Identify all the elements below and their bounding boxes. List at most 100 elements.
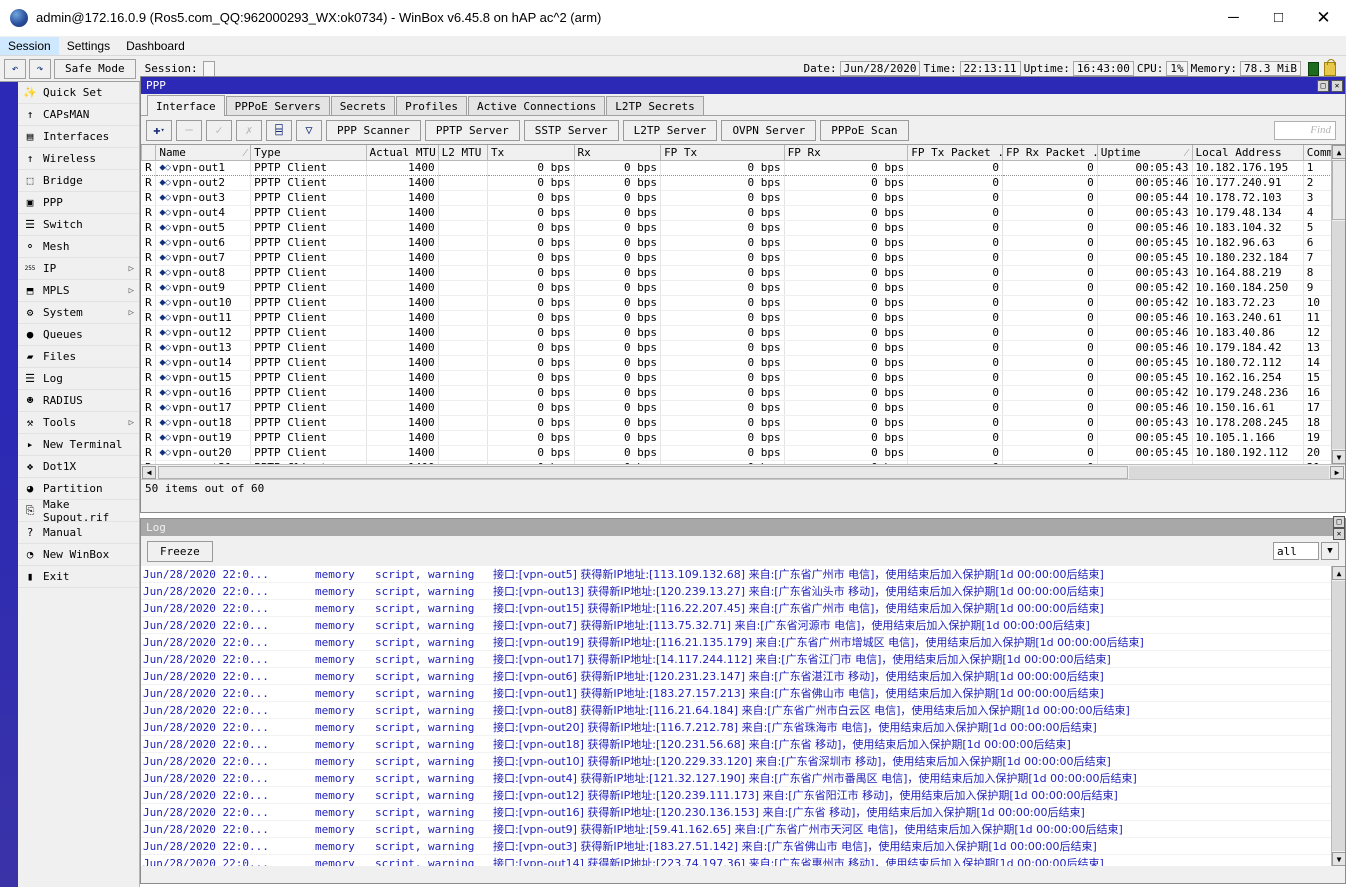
column-header-fp-rx-packet[interactable]: FP Rx Packet ...	[1002, 145, 1098, 161]
scroll-thumb[interactable]	[1332, 160, 1345, 220]
scroll-up-button[interactable]: ▲	[1332, 145, 1345, 159]
close-button[interactable]: ✕	[1301, 0, 1346, 36]
sidebar-item-bridge[interactable]: ⬚ Bridge	[18, 170, 139, 192]
log-row[interactable]: Jun/28/2020 22:0... memory script, warning…	[141, 599, 1345, 617]
scroll-left-button[interactable]: ◀	[142, 465, 156, 479]
column-header-fp-rx[interactable]: FP Rx	[783, 145, 909, 161]
table-row[interactable]: R ⬥⬦ vpn-out11 PPTP Client 1400 0 bps 0 bps 0 b…	[141, 310, 1345, 326]
disable-button[interactable]: ✗	[236, 119, 262, 141]
log-scroll-up-button[interactable]: ▲	[1332, 566, 1345, 580]
log-row[interactable]: Jun/28/2020 22:0... memory script, warning…	[141, 735, 1345, 753]
sidebar-item-quick-set[interactable]: ✨ Quick Set	[18, 82, 139, 104]
sidebar-item-dot1x[interactable]: ❖ Dot1X	[18, 456, 139, 478]
log-row[interactable]: Jun/28/2020 22:0... memory script, warning…	[141, 667, 1345, 685]
sidebar-item-new-winbox[interactable]: ◔ New WinBox	[18, 544, 139, 566]
log-scroll-down-button[interactable]: ▼	[1332, 852, 1345, 866]
menu-item-dashboard[interactable]: Dashboard	[118, 37, 193, 55]
interface-table-body[interactable]: R ⬥⬦ vpn-out1 PPTP Client 1400 0 bps 0 bps 0 bp…	[141, 160, 1345, 464]
comment-button[interactable]: ⌸	[266, 119, 292, 141]
sidebar-item-files[interactable]: ▰ Files	[18, 346, 139, 368]
interface-table-header[interactable]: NameTypeActual MTUL2 MTUTxRxFP TxFP RxFP…	[141, 145, 1345, 161]
log-row[interactable]: Jun/28/2020 22:0... memory script, warning…	[141, 803, 1345, 821]
log-row[interactable]: Jun/28/2020 22:0... memory script, warning…	[141, 633, 1345, 651]
log-table-body[interactable]: Jun/28/2020 22:0... memory script, warning…	[141, 566, 1345, 866]
table-row[interactable]: R ⬥⬦ vpn-out14 PPTP Client 1400 0 bps 0 bps 0 b…	[141, 355, 1345, 371]
column-header-l2-mtu[interactable]: L2 MTU	[437, 145, 489, 161]
sidebar-item-interfaces[interactable]: ▤ Interfaces	[18, 126, 139, 148]
log-maximize-button[interactable]: □	[1333, 515, 1345, 528]
tab-secrets[interactable]: Secrets	[330, 96, 396, 115]
table-row[interactable]: R ⬥⬦ vpn-out20 PPTP Client 1400 0 bps 0 bps 0 b…	[141, 445, 1345, 461]
sidebar-item-tools[interactable]: ⚒ Tools ▷	[18, 412, 139, 434]
minimize-button[interactable]: ─	[1211, 0, 1256, 36]
column-header-uptime[interactable]: Uptime	[1096, 145, 1193, 161]
pppoe-scan-button[interactable]: PPPoE Scan	[820, 119, 909, 141]
table-row[interactable]: R ⬥⬦ vpn-out2 PPTP Client 1400 0 bps 0 bps 0 bp…	[141, 175, 1345, 191]
sidebar-item-radius[interactable]: ☻ RADIUS	[18, 390, 139, 412]
table-row[interactable]: R ⬥⬦ vpn-out6 PPTP Client 1400 0 bps 0 bps 0 bp…	[141, 235, 1345, 251]
scroll-track[interactable]	[1332, 221, 1345, 449]
sidebar-item-wireless[interactable]: ↑ Wireless	[18, 148, 139, 170]
ppp-maximize-button[interactable]: □	[1317, 79, 1329, 92]
add-button[interactable]: ✚ ▾	[146, 119, 172, 141]
sidebar-item-exit[interactable]: ▮ Exit	[18, 566, 139, 588]
column-header-flags[interactable]	[141, 145, 157, 161]
sidebar-item-make-supout-rif[interactable]: ⎘ Make Supout.rif	[18, 498, 139, 524]
interface-vertical-scrollbar[interactable]: ▲ ▼	[1331, 145, 1345, 464]
table-row[interactable]: R ⬥⬦ vpn-out13 PPTP Client 1400 0 bps 0 bps 0 b…	[141, 340, 1345, 356]
table-row[interactable]: R ⬥⬦ vpn-out1 PPTP Client 1400 0 bps 0 bps 0 bp…	[141, 160, 1345, 176]
table-row[interactable]: R ⬥⬦ vpn-out10 PPTP Client 1400 0 bps 0 bps 0 b…	[141, 295, 1345, 311]
sstp-server-button[interactable]: SSTP Server	[523, 119, 619, 141]
chevron-down-icon[interactable]: ▼	[1321, 542, 1339, 560]
column-header-tx[interactable]: Tx	[487, 145, 575, 161]
l2tp-server-button[interactable]: L2TP Server	[622, 119, 718, 141]
column-header-rx[interactable]: Rx	[573, 145, 662, 161]
sidebar-item-queues[interactable]: ● Queues	[18, 324, 139, 346]
table-row[interactable]: R ⬥⬦ vpn-out4 PPTP Client 1400 0 bps 0 bps 0 bp…	[141, 205, 1345, 221]
sidebar-item-log[interactable]: ☰ Log	[18, 368, 139, 390]
scroll-right-button[interactable]: ▶	[1330, 465, 1344, 479]
interface-horizontal-scrollbar[interactable]: ◀ ▶	[141, 464, 1345, 479]
log-row[interactable]: Jun/28/2020 22:0... memory script, warning…	[141, 854, 1345, 866]
sidebar-item-system[interactable]: ⚙ System ▷	[18, 302, 139, 324]
ppp-close-button[interactable]: ✕	[1331, 79, 1343, 92]
table-row[interactable]: R ⬥⬦ vpn-out12 PPTP Client 1400 0 bps 0 bps 0 b…	[141, 325, 1345, 341]
table-row[interactable]: R ⬥⬦ vpn-out9 PPTP Client 1400 0 bps 0 bps 0 bp…	[141, 280, 1345, 296]
maximize-button[interactable]: □	[1256, 0, 1301, 36]
log-filter-value[interactable]: all	[1273, 542, 1319, 560]
safe-mode-button[interactable]: Safe Mode	[54, 58, 136, 79]
tab-active-connections[interactable]: Active Connections	[468, 96, 606, 115]
log-filter-select[interactable]: all ▼	[1273, 542, 1339, 560]
sidebar-item-new-terminal[interactable]: ▸ New Terminal	[18, 434, 139, 456]
sidebar-item-manual[interactable]: ? Manual	[18, 522, 139, 544]
ppp-scanner-button[interactable]: PPP Scanner	[326, 119, 421, 141]
table-row[interactable]: R ⬥⬦ vpn-out18 PPTP Client 1400 0 bps 0 bps 0 b…	[141, 415, 1345, 431]
hscroll-track[interactable]	[1129, 465, 1329, 479]
table-row[interactable]: R ⬥⬦ vpn-out3 PPTP Client 1400 0 bps 0 bps 0 bp…	[141, 190, 1345, 206]
column-header-actual-mtu[interactable]: Actual MTU	[365, 145, 439, 161]
tab-profiles[interactable]: Profiles	[396, 96, 468, 115]
tab-interface[interactable]: Interface	[147, 95, 225, 116]
sidebar-item-mpls[interactable]: ⬒ MPLS ▷	[18, 280, 139, 302]
hscroll-thumb[interactable]	[158, 465, 1128, 479]
remove-button[interactable]: ─	[176, 119, 202, 141]
sidebar-item-mesh[interactable]: ⚬ Mesh	[18, 236, 139, 258]
sidebar-item-ip[interactable]: 255 IP ▷	[18, 258, 139, 280]
log-row[interactable]: Jun/28/2020 22:0... memory script, warning…	[141, 582, 1345, 600]
pptp-server-button[interactable]: PPTP Server	[424, 119, 520, 141]
redo-icon[interactable]: ↷	[29, 58, 51, 79]
table-row[interactable]: R ⬥⬦ vpn-out16 PPTP Client 1400 0 bps 0 bps 0 b…	[141, 385, 1345, 401]
log-row[interactable]: Jun/28/2020 22:0... memory script, warning…	[141, 837, 1345, 855]
log-row[interactable]: Jun/28/2020 22:0... memory script, warning…	[141, 752, 1345, 770]
log-scroll-track[interactable]	[1332, 581, 1345, 851]
column-header-type[interactable]: Type	[250, 145, 367, 161]
log-row[interactable]: Jun/28/2020 22:0... memory script, warning…	[141, 718, 1345, 736]
filter-button[interactable]: ▽	[296, 119, 322, 141]
enable-button[interactable]: ✓	[206, 119, 232, 141]
column-header-fp-tx-packet[interactable]: FP Tx Packet ...	[907, 145, 1003, 161]
table-row[interactable]: R ⬥⬦ vpn-out17 PPTP Client 1400 0 bps 0 bps 0 b…	[141, 400, 1345, 416]
sidebar-item-switch[interactable]: ☰ Switch	[18, 214, 139, 236]
log-row[interactable]: Jun/28/2020 22:0... memory script, warning…	[141, 684, 1345, 702]
log-close-button[interactable]: ✕	[1333, 527, 1345, 540]
sidebar-item-ppp[interactable]: ▣ PPP	[18, 192, 139, 214]
